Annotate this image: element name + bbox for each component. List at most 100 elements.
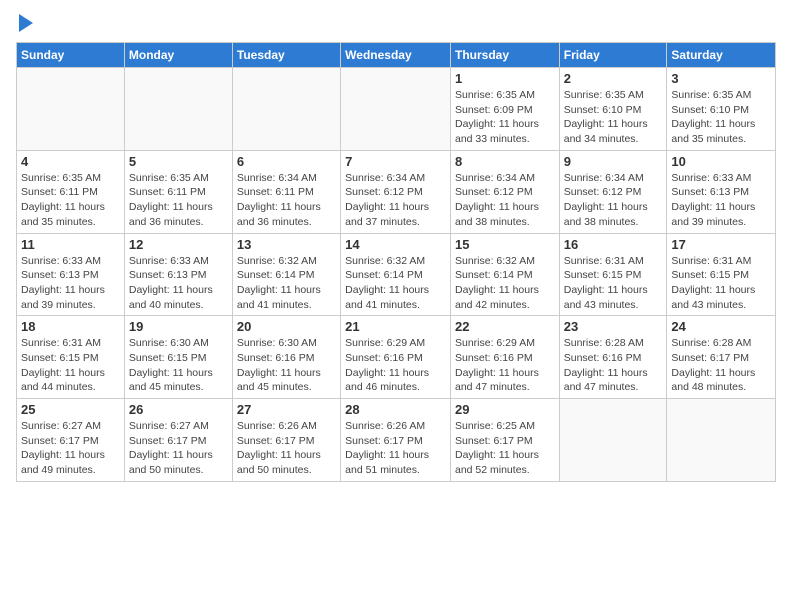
day-number: 16 — [564, 237, 663, 252]
day-number: 3 — [671, 71, 771, 86]
calendar-cell: 12Sunrise: 6:33 AM Sunset: 6:13 PM Dayli… — [124, 233, 232, 316]
day-number: 27 — [237, 402, 336, 417]
day-info: Sunrise: 6:33 AM Sunset: 6:13 PM Dayligh… — [671, 171, 771, 230]
logo — [16, 16, 33, 32]
calendar-cell: 18 Sunrise: 6:31 AM Sunset: 6:15 PM Dayli… — [17, 316, 125, 399]
calendar-cell — [232, 68, 340, 151]
day-info: Sunrise: 6:35 AM Sunset: 6:10 PM Dayligh… — [564, 88, 663, 147]
day-info: Sunrise: 6:26 AM Sunset: 6:17 PM Dayligh… — [345, 419, 446, 478]
calendar-week-4: 18 Sunrise: 6:31 AM Sunset: 6:15 PM Dayli… — [17, 316, 776, 399]
day-number: 17 — [671, 237, 771, 252]
calendar-cell: 9 Sunrise: 6:34 AM Sunset: 6:12 PM Daylig… — [559, 150, 667, 233]
calendar-cell: 24 Sunrise: 6:28 AM Sunset: 6:17 PM Dayli… — [667, 316, 776, 399]
calendar-week-2: 4 Sunrise: 6:35 AM Sunset: 6:11 PM Daylig… — [17, 150, 776, 233]
day-number: 28 — [345, 402, 446, 417]
calendar-cell: 16 Sunrise: 6:31 AM Sunset: 6:15 PM Dayli… — [559, 233, 667, 316]
day-number: 25 — [21, 402, 120, 417]
day-info: Sunrise: 6:35 AM Sunset: 6:11 PM Dayligh… — [129, 171, 228, 230]
day-info: Sunrise: 6:34 AM Sunset: 6:12 PM Dayligh… — [455, 171, 555, 230]
calendar-cell: 3Sunrise: 6:35 AM Sunset: 6:10 PM Daylig… — [667, 68, 776, 151]
day-number: 6 — [237, 154, 336, 169]
calendar-cell: 15 Sunrise: 6:32 AM Sunset: 6:14 PM Dayli… — [450, 233, 559, 316]
calendar-cell: 21Sunrise: 6:29 AM Sunset: 6:16 PM Dayli… — [341, 316, 451, 399]
day-number: 29 — [455, 402, 555, 417]
day-number: 13 — [237, 237, 336, 252]
day-number: 19 — [129, 319, 228, 334]
calendar-cell: 23 Sunrise: 6:28 AM Sunset: 6:16 PM Dayli… — [559, 316, 667, 399]
day-number: 22 — [455, 319, 555, 334]
day-info: Sunrise: 6:28 AM Sunset: 6:16 PM Dayligh… — [564, 336, 663, 395]
day-number: 1 — [455, 71, 555, 86]
calendar-cell: 17Sunrise: 6:31 AM Sunset: 6:15 PM Dayli… — [667, 233, 776, 316]
day-info: Sunrise: 6:31 AM Sunset: 6:15 PM Dayligh… — [21, 336, 120, 395]
day-number: 10 — [671, 154, 771, 169]
day-number: 23 — [564, 319, 663, 334]
day-number: 18 — [21, 319, 120, 334]
calendar-cell: 13 Sunrise: 6:32 AM Sunset: 6:14 PM Dayli… — [232, 233, 340, 316]
calendar-cell: 27 Sunrise: 6:26 AM Sunset: 6:17 PM Dayli… — [232, 399, 340, 482]
calendar-cell: 26 Sunrise: 6:27 AM Sunset: 6:17 PM Dayli… — [124, 399, 232, 482]
day-number: 15 — [455, 237, 555, 252]
day-info: Sunrise: 6:35 AM Sunset: 6:09 PM Dayligh… — [455, 88, 555, 147]
day-info: Sunrise: 6:26 AM Sunset: 6:17 PM Dayligh… — [237, 419, 336, 478]
calendar-cell: 6Sunrise: 6:34 AM Sunset: 6:11 PM Daylig… — [232, 150, 340, 233]
day-info: Sunrise: 6:25 AM Sunset: 6:17 PM Dayligh… — [455, 419, 555, 478]
day-info: Sunrise: 6:35 AM Sunset: 6:11 PM Dayligh… — [21, 171, 120, 230]
calendar-week-1: 1 Sunrise: 6:35 AM Sunset: 6:09 PM Daylig… — [17, 68, 776, 151]
calendar-cell: 22 Sunrise: 6:29 AM Sunset: 6:16 PM Dayli… — [450, 316, 559, 399]
calendar-header-row: SundayMondayTuesdayWednesdayThursdayFrid… — [17, 43, 776, 68]
calendar-header-monday: Monday — [124, 43, 232, 68]
day-number: 5 — [129, 154, 228, 169]
calendar-header-tuesday: Tuesday — [232, 43, 340, 68]
day-info: Sunrise: 6:29 AM Sunset: 6:16 PM Dayligh… — [455, 336, 555, 395]
calendar-cell: 10 Sunrise: 6:33 AM Sunset: 6:13 PM Dayli… — [667, 150, 776, 233]
day-number: 26 — [129, 402, 228, 417]
calendar-table: SundayMondayTuesdayWednesdayThursdayFrid… — [16, 42, 776, 482]
day-number: 2 — [564, 71, 663, 86]
day-info: Sunrise: 6:31 AM Sunset: 6:15 PM Dayligh… — [564, 254, 663, 313]
calendar-cell: 14 Sunrise: 6:32 AM Sunset: 6:14 PM Dayli… — [341, 233, 451, 316]
day-number: 12 — [129, 237, 228, 252]
day-info: Sunrise: 6:32 AM Sunset: 6:14 PM Dayligh… — [455, 254, 555, 313]
day-number: 4 — [21, 154, 120, 169]
calendar-cell: 1 Sunrise: 6:35 AM Sunset: 6:09 PM Daylig… — [450, 68, 559, 151]
calendar-header-saturday: Saturday — [667, 43, 776, 68]
calendar-cell: 20 Sunrise: 6:30 AM Sunset: 6:16 PM Dayli… — [232, 316, 340, 399]
calendar-cell — [124, 68, 232, 151]
day-info: Sunrise: 6:32 AM Sunset: 6:14 PM Dayligh… — [237, 254, 336, 313]
day-info: Sunrise: 6:30 AM Sunset: 6:16 PM Dayligh… — [237, 336, 336, 395]
day-info: Sunrise: 6:28 AM Sunset: 6:17 PM Dayligh… — [671, 336, 771, 395]
calendar-cell — [667, 399, 776, 482]
calendar-header-thursday: Thursday — [450, 43, 559, 68]
calendar-header-sunday: Sunday — [17, 43, 125, 68]
day-info: Sunrise: 6:34 AM Sunset: 6:12 PM Dayligh… — [345, 171, 446, 230]
calendar-cell: 25 Sunrise: 6:27 AM Sunset: 6:17 PM Dayli… — [17, 399, 125, 482]
calendar-cell: 19 Sunrise: 6:30 AM Sunset: 6:15 PM Dayli… — [124, 316, 232, 399]
day-number: 24 — [671, 319, 771, 334]
calendar-header-wednesday: Wednesday — [341, 43, 451, 68]
calendar-cell: 11 Sunrise: 6:33 AM Sunset: 6:13 PM Dayli… — [17, 233, 125, 316]
day-number: 9 — [564, 154, 663, 169]
calendar-cell: 28 Sunrise: 6:26 AM Sunset: 6:17 PM Dayli… — [341, 399, 451, 482]
day-number: 14 — [345, 237, 446, 252]
calendar-cell — [17, 68, 125, 151]
calendar-header-friday: Friday — [559, 43, 667, 68]
day-info: Sunrise: 6:34 AM Sunset: 6:12 PM Dayligh… — [564, 171, 663, 230]
day-info: Sunrise: 6:33 AM Sunset: 6:13 PM Dayligh… — [21, 254, 120, 313]
day-info: Sunrise: 6:27 AM Sunset: 6:17 PM Dayligh… — [21, 419, 120, 478]
day-info: Sunrise: 6:32 AM Sunset: 6:14 PM Dayligh… — [345, 254, 446, 313]
day-info: Sunrise: 6:29 AM Sunset: 6:16 PM Dayligh… — [345, 336, 446, 395]
calendar-week-3: 11 Sunrise: 6:33 AM Sunset: 6:13 PM Dayli… — [17, 233, 776, 316]
page-header — [16, 16, 776, 32]
calendar-week-5: 25 Sunrise: 6:27 AM Sunset: 6:17 PM Dayli… — [17, 399, 776, 482]
day-number: 20 — [237, 319, 336, 334]
logo-arrow-icon — [19, 14, 33, 32]
day-info: Sunrise: 6:27 AM Sunset: 6:17 PM Dayligh… — [129, 419, 228, 478]
day-info: Sunrise: 6:30 AM Sunset: 6:15 PM Dayligh… — [129, 336, 228, 395]
calendar-cell — [559, 399, 667, 482]
day-number: 7 — [345, 154, 446, 169]
calendar-cell: 2 Sunrise: 6:35 AM Sunset: 6:10 PM Daylig… — [559, 68, 667, 151]
day-number: 11 — [21, 237, 120, 252]
calendar-cell — [341, 68, 451, 151]
calendar-cell: 5 Sunrise: 6:35 AM Sunset: 6:11 PM Daylig… — [124, 150, 232, 233]
